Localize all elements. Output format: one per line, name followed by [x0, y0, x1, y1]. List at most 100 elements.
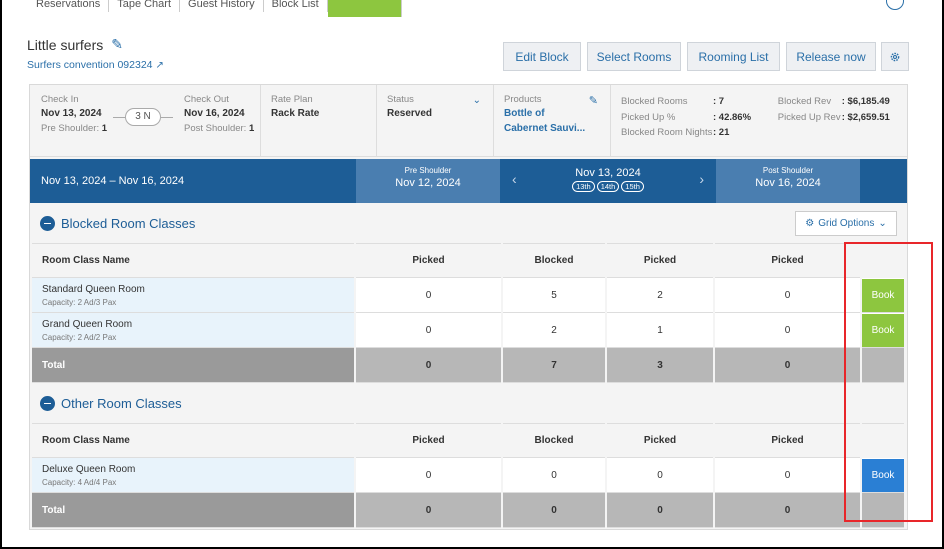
col-picked: Picked	[607, 423, 713, 458]
block-code-text[interactable]: Surfers convention 092324	[27, 59, 153, 71]
table-row: Deluxe Queen Room Capacity: 4 Ad/4 Pax 0 …	[32, 458, 904, 493]
check-in-value: Nov 13, 2024	[41, 108, 102, 119]
pre-picked-cell: 0	[356, 313, 501, 348]
night-pill-13th[interactable]: 13th	[572, 181, 595, 192]
next-date-arrow-icon[interactable]: ›	[699, 171, 704, 187]
total-label: Total	[32, 493, 354, 528]
date-range: Nov 13, 2024 – Nov 16, 2024	[41, 175, 185, 187]
table-row: Standard Queen Room Capacity: 2 Ad/3 Pax …	[32, 278, 904, 313]
post-shoulder: Post Shoulder: 1	[184, 123, 255, 134]
action-buttons: Edit Block Select Rooms Rooming List Rel…	[503, 42, 909, 71]
status-value: Reserved	[387, 108, 433, 119]
rooming-list-button[interactable]: Rooming List	[687, 42, 780, 71]
total-pre-picked: 0	[356, 493, 501, 528]
picked-cell: 2	[607, 278, 713, 313]
blocked-rooms-label: Blocked Rooms	[621, 96, 688, 107]
blocked-rev-value: : $6,185.49	[841, 96, 890, 107]
prev-date-arrow-icon[interactable]: ‹	[512, 171, 517, 187]
date-navigation-bar: Nov 13, 2024 – Nov 16, 2024 Pre Shoulder…	[30, 159, 907, 203]
edit-pencil-icon[interactable]: ✎	[111, 36, 123, 53]
col-picked: Picked	[607, 243, 713, 278]
pre-shoulder-label: Pre Shoulder	[404, 166, 452, 175]
post-picked-cell: 0	[715, 458, 860, 493]
tab-block-details[interactable]	[327, 0, 402, 17]
col-blocked: Blocked	[503, 423, 605, 458]
other-section-title: Other Room Classes	[61, 395, 182, 411]
release-now-button[interactable]: Release now	[786, 42, 876, 71]
collapse-minus-icon[interactable]	[40, 215, 55, 231]
room-class-name: Standard Queen Room	[42, 283, 145, 295]
col-room-class-name: Room Class Name	[32, 243, 354, 278]
status-cell[interactable]: Status Reserved ⌄	[377, 85, 494, 156]
blocked-cell[interactable]: 0	[503, 458, 605, 493]
pre-picked-cell: 0	[356, 458, 501, 493]
post-picked-cell: 0	[715, 313, 860, 348]
other-room-grid: Room Class Name Picked Blocked Picked Pi…	[30, 423, 906, 528]
room-capacity: Capacity: 4 Ad/4 Pax	[42, 477, 117, 487]
post-picked-cell: 0	[715, 278, 860, 313]
block-code-link[interactable]: Surfers convention 092324 ↗	[27, 59, 164, 71]
tab-guest-history[interactable]: Guest History	[180, 0, 264, 12]
total-label: Total	[32, 348, 354, 383]
total-row: Total 0 0 0 0	[32, 493, 904, 528]
grid-options-label: Grid Options	[818, 218, 875, 229]
check-in-label: Check In	[41, 94, 79, 105]
edit-products-pencil-icon[interactable]: ✎	[589, 94, 598, 107]
night-pills: 13th 14th 15th	[504, 181, 712, 192]
pre-shoulder-column-header: Pre Shoulder Nov 12, 2024	[356, 159, 500, 203]
rate-plan-label: Rate Plan	[271, 94, 313, 105]
chevron-down-icon[interactable]: ⌄	[473, 95, 481, 106]
blocked-rooms-value: : 7	[713, 96, 725, 107]
blocked-cell[interactable]: 5	[503, 278, 605, 313]
night-pill-14th[interactable]: 14th	[596, 181, 620, 192]
picked-up-pct-label: Picked Up %	[621, 111, 676, 123]
nights-line-right	[161, 117, 173, 118]
picked-cell: 1	[607, 313, 713, 348]
check-out-label: Check Out	[184, 94, 229, 105]
col-post-picked: Picked	[715, 423, 860, 458]
stats-left: Blocked Rooms : 7 Picked Up % : 42.86% Blo…	[621, 94, 778, 147]
products-line-1[interactable]: Bottle of	[504, 106, 600, 121]
select-rooms-button[interactable]: Select Rooms	[587, 42, 681, 71]
external-link-icon[interactable]: ↗	[156, 60, 164, 71]
total-post-picked: 0	[715, 493, 860, 528]
tab-block-list[interactable]: Block List	[264, 0, 328, 12]
blocked-room-nights-label: Blocked Room Nights	[621, 127, 713, 138]
total-blocked: 7	[503, 348, 605, 383]
products-label: Products	[504, 94, 542, 105]
table-row: Grand Queen Room Capacity: 2 Ad/2 Pax 0 2…	[32, 313, 904, 348]
gear-icon	[890, 52, 900, 61]
settings-button[interactable]	[881, 42, 909, 71]
pre-shoulder: Pre Shoulder: 1	[41, 123, 108, 134]
room-class-name: Grand Queen Room	[42, 318, 133, 330]
pre-shoulder-date: Nov 12, 2024	[395, 177, 461, 189]
action-column-header	[864, 159, 907, 203]
picked-up-pct-value: : 42.86%	[713, 111, 752, 123]
status-label: Status	[387, 94, 414, 105]
collapse-minus-icon[interactable]	[40, 395, 55, 411]
blocked-cell[interactable]: 2	[503, 313, 605, 348]
room-class-cell: Standard Queen Room Capacity: 2 Ad/3 Pax	[32, 278, 354, 313]
block-panel: Check In Nov 13, 2024 Pre Shoulder: 1 3 …	[29, 84, 908, 530]
other-room-classes-header: Other Room Classes	[30, 385, 907, 421]
rate-plan-value: Rack Rate	[271, 108, 320, 119]
room-class-name: Deluxe Queen Room	[42, 463, 136, 475]
blocked-room-grid: Room Class Name Picked Blocked Picked Pi…	[30, 243, 906, 383]
room-class-cell: Deluxe Queen Room Capacity: 4 Ad/4 Pax	[32, 458, 354, 493]
col-blocked: Blocked	[503, 243, 605, 278]
picked-up-rev-label: Picked Up Rev	[777, 111, 841, 123]
block-name: Little surfers	[27, 36, 104, 53]
tab-tape-chart[interactable]: Tape Chart	[109, 0, 181, 12]
nights-badge: 3 N	[125, 108, 161, 126]
grid-header-row: Room Class Name Picked Blocked Picked Pi…	[32, 423, 904, 458]
grid-options-button[interactable]: ⚙ Grid Options ⌄	[795, 211, 897, 236]
total-row: Total 0 7 3 0	[32, 348, 904, 383]
col-room-class-name: Room Class Name	[32, 423, 354, 458]
col-post-picked: Picked	[715, 243, 860, 278]
tab-reservations[interactable]: Reservations	[28, 0, 110, 12]
edit-block-button[interactable]: Edit Block	[503, 42, 581, 71]
total-picked: 0	[607, 493, 713, 528]
night-pill-15th[interactable]: 15th	[621, 181, 644, 192]
products-line-2[interactable]: Cabernet Sauvi...	[504, 121, 600, 136]
post-shoulder-column-header: Post Shoulder Nov 16, 2024	[716, 159, 860, 203]
